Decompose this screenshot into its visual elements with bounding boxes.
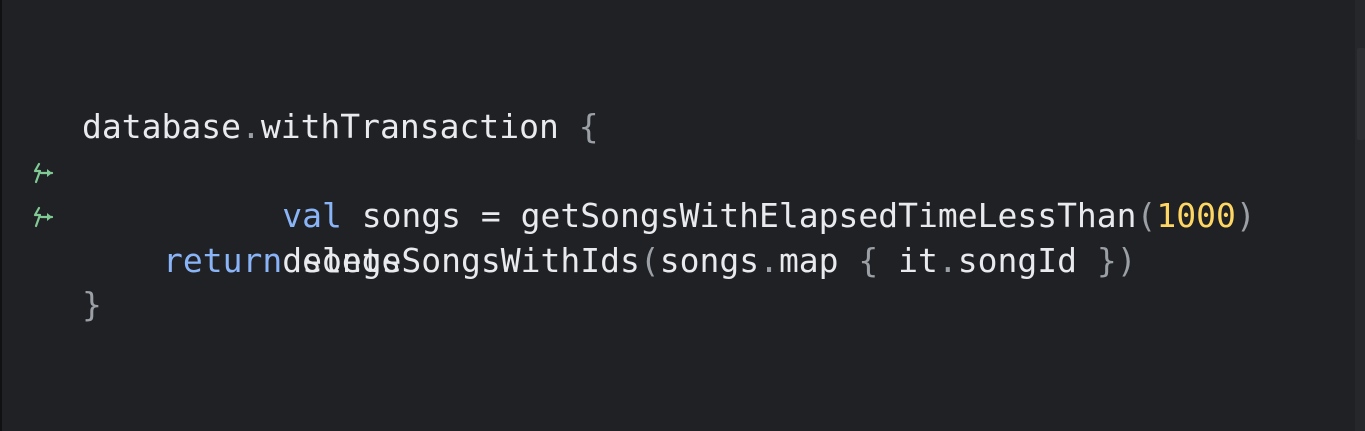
code-line-4: return songs: [2, 239, 1256, 284]
token-brace-open: {: [578, 107, 599, 146]
token-identifier: songs: [282, 240, 402, 280]
suspend-call-icon[interactable]: [30, 162, 56, 184]
token-keyword: return: [163, 240, 283, 280]
code-line-2: val songs = getSongsWithElapsedTimeLessT…: [2, 150, 1256, 235]
token-method: withTransaction: [260, 107, 579, 146]
token-dot: .: [240, 107, 261, 146]
scrollbar-thumb[interactable]: [1357, 48, 1365, 140]
code-line-3: deleteSongsWithIds(songs.map { it.songId…: [2, 194, 1256, 280]
code-line-5: }: [2, 283, 1256, 328]
token-brace-close: }: [82, 285, 102, 324]
code-line-1: database.withTransaction {: [2, 105, 1256, 150]
code-block: database.withTransaction { val songs = g…: [2, 105, 1256, 328]
code-editor: database.withTransaction { val songs = g…: [0, 0, 1365, 431]
scrollbar-track[interactable]: [1355, 0, 1365, 431]
suspend-call-icon[interactable]: [30, 206, 56, 228]
token-receiver: database: [82, 107, 241, 146]
